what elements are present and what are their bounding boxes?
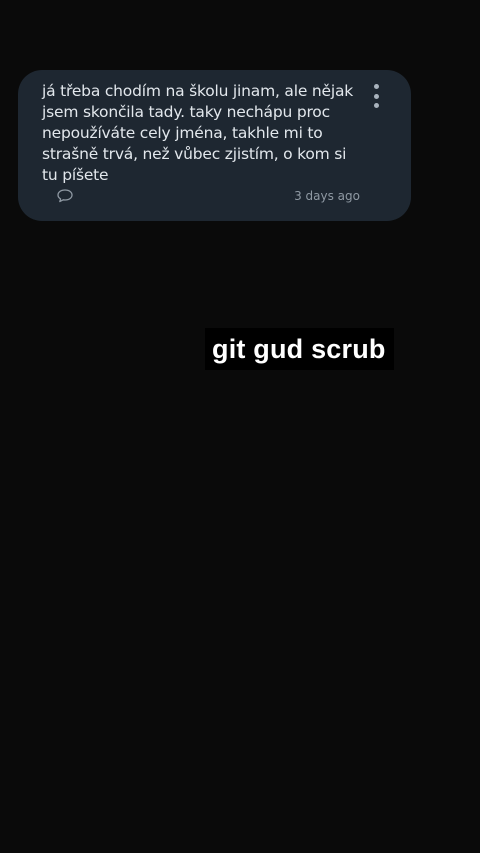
speech-bubble-icon bbox=[57, 189, 73, 203]
menu-dot bbox=[373, 93, 379, 99]
comment-timestamp: 3 days ago bbox=[294, 189, 360, 203]
overlay-caption: git gud scrub bbox=[205, 328, 394, 370]
comment-card: já třeba chodím na školu jinam, ale něja… bbox=[18, 70, 411, 221]
more-options-button[interactable] bbox=[366, 82, 386, 110]
menu-dot bbox=[373, 103, 379, 108]
reply-icon[interactable] bbox=[56, 188, 74, 204]
comment-text: já třeba chodím na školu jinam, ale něja… bbox=[42, 82, 354, 184]
menu-dot bbox=[373, 84, 379, 89]
